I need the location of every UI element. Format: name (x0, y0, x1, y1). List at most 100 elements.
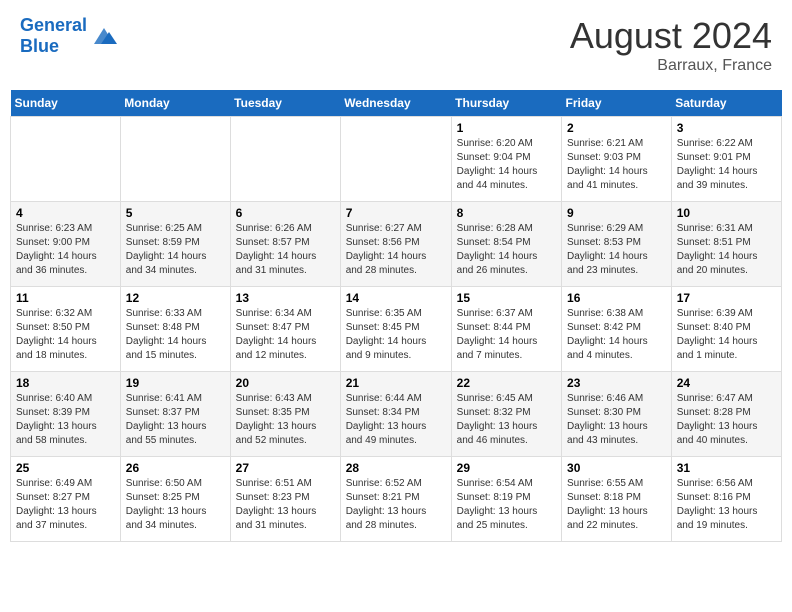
day-number: 6 (236, 206, 335, 220)
day-info: Sunrise: 6:51 AM Sunset: 8:23 PM Dayligh… (236, 477, 335, 533)
day-number: 24 (677, 376, 776, 390)
day-info: Sunrise: 6:37 AM Sunset: 8:44 PM Dayligh… (457, 307, 556, 363)
calendar-week-row: 1 Sunrise: 6:20 AM Sunset: 9:04 PM Daylig… (11, 117, 782, 202)
calendar-cell: 19Sunrise: 6:41 AM Sunset: 8:37 PM Dayli… (120, 372, 230, 457)
calendar-header: Sunday Monday Tuesday Wednesday Thursday… (11, 90, 782, 117)
calendar-cell: 10 Sunrise: 6:31 AM Sunset: 8:51 PM Dayli… (671, 202, 781, 287)
calendar-cell: 17 Sunrise: 6:39 AM Sunset: 8:40 PM Dayli… (671, 287, 781, 372)
day-info: Sunrise: 6:56 AM Sunset: 8:16 PM Dayligh… (677, 477, 776, 533)
day-info: Sunrise: 6:50 AM Sunset: 8:25 PM Dayligh… (126, 477, 225, 533)
col-sunday: Sunday (11, 90, 121, 117)
day-number: 28 (346, 461, 446, 475)
day-info: Sunrise: 6:34 AM Sunset: 8:47 PM Dayligh… (236, 307, 335, 363)
day-number: 10 (677, 206, 776, 220)
day-info: Sunrise: 6:31 AM Sunset: 8:51 PM Dayligh… (677, 222, 776, 278)
col-saturday: Saturday (671, 90, 781, 117)
logo: General Blue (20, 15, 119, 57)
day-info: Sunrise: 6:23 AM Sunset: 9:00 PM Dayligh… (16, 222, 115, 278)
day-number: 20 (236, 376, 335, 390)
day-number: 8 (457, 206, 556, 220)
day-number: 21 (346, 376, 446, 390)
day-info: Sunrise: 6:47 AM Sunset: 8:28 PM Dayligh… (677, 392, 776, 448)
calendar-cell: 14Sunrise: 6:35 AM Sunset: 8:45 PM Dayli… (340, 287, 451, 372)
day-info: Sunrise: 6:39 AM Sunset: 8:40 PM Dayligh… (677, 307, 776, 363)
calendar-table: Sunday Monday Tuesday Wednesday Thursday… (10, 90, 782, 542)
day-info: Sunrise: 6:25 AM Sunset: 8:59 PM Dayligh… (126, 222, 225, 278)
day-number: 12 (126, 291, 225, 305)
day-number: 4 (16, 206, 115, 220)
calendar-cell: 28Sunrise: 6:52 AM Sunset: 8:21 PM Dayli… (340, 457, 451, 542)
day-number: 30 (567, 461, 666, 475)
day-number: 5 (126, 206, 225, 220)
day-number: 9 (567, 206, 666, 220)
day-number: 31 (677, 461, 776, 475)
calendar-cell: 2 Sunrise: 6:21 AM Sunset: 9:03 PM Daylig… (562, 117, 672, 202)
calendar-cell: 8 Sunrise: 6:28 AM Sunset: 8:54 PM Daylig… (451, 202, 561, 287)
day-info: Sunrise: 6:35 AM Sunset: 8:45 PM Dayligh… (346, 307, 446, 363)
day-number: 13 (236, 291, 335, 305)
day-number: 27 (236, 461, 335, 475)
day-number: 2 (567, 121, 666, 135)
day-info: Sunrise: 6:20 AM Sunset: 9:04 PM Dayligh… (457, 137, 556, 193)
calendar-cell: 1 Sunrise: 6:20 AM Sunset: 9:04 PM Daylig… (451, 117, 561, 202)
day-number: 11 (16, 291, 115, 305)
day-number: 23 (567, 376, 666, 390)
day-number: 18 (16, 376, 115, 390)
day-info: Sunrise: 6:38 AM Sunset: 8:42 PM Dayligh… (567, 307, 666, 363)
day-info: Sunrise: 6:32 AM Sunset: 8:50 PM Dayligh… (16, 307, 115, 363)
calendar-week-row: 18Sunrise: 6:40 AM Sunset: 8:39 PM Dayli… (11, 372, 782, 457)
day-number: 15 (457, 291, 556, 305)
day-info: Sunrise: 6:44 AM Sunset: 8:34 PM Dayligh… (346, 392, 446, 448)
calendar-cell: 6 Sunrise: 6:26 AM Sunset: 8:57 PM Daylig… (230, 202, 340, 287)
calendar-cell: 22Sunrise: 6:45 AM Sunset: 8:32 PM Dayli… (451, 372, 561, 457)
day-number: 1 (457, 121, 556, 135)
day-info: Sunrise: 6:26 AM Sunset: 8:57 PM Dayligh… (236, 222, 335, 278)
title-block: August 2024 Barraux, France (570, 15, 772, 75)
calendar-cell: 21 Sunrise: 6:44 AM Sunset: 8:34 PM Dayli… (340, 372, 451, 457)
day-number: 26 (126, 461, 225, 475)
day-number: 25 (16, 461, 115, 475)
logo-blue: Blue (20, 36, 59, 56)
day-info: Sunrise: 6:46 AM Sunset: 8:30 PM Dayligh… (567, 392, 666, 448)
day-info: Sunrise: 6:21 AM Sunset: 9:03 PM Dayligh… (567, 137, 666, 193)
col-friday: Friday (562, 90, 672, 117)
day-number: 19 (126, 376, 225, 390)
calendar-cell: 26 Sunrise: 6:50 AM Sunset: 8:25 PM Dayli… (120, 457, 230, 542)
calendar-cell: 4 Sunrise: 6:23 AM Sunset: 9:00 PM Daylig… (11, 202, 121, 287)
day-info: Sunrise: 6:33 AM Sunset: 8:48 PM Dayligh… (126, 307, 225, 363)
calendar-cell (230, 117, 340, 202)
day-info: Sunrise: 6:49 AM Sunset: 8:27 PM Dayligh… (16, 477, 115, 533)
day-number: 17 (677, 291, 776, 305)
calendar-cell: 3Sunrise: 6:22 AM Sunset: 9:01 PM Daylig… (671, 117, 781, 202)
location-subtitle: Barraux, France (570, 57, 772, 75)
header-row: Sunday Monday Tuesday Wednesday Thursday… (11, 90, 782, 117)
col-monday: Monday (120, 90, 230, 117)
calendar-cell: 31 Sunrise: 6:56 AM Sunset: 8:16 PM Dayli… (671, 457, 781, 542)
calendar-cell: 18Sunrise: 6:40 AM Sunset: 8:39 PM Dayli… (11, 372, 121, 457)
logo-text: General Blue (20, 15, 87, 57)
day-info: Sunrise: 6:54 AM Sunset: 8:19 PM Dayligh… (457, 477, 556, 533)
day-number: 29 (457, 461, 556, 475)
calendar-cell (120, 117, 230, 202)
day-info: Sunrise: 6:55 AM Sunset: 8:18 PM Dayligh… (567, 477, 666, 533)
calendar-week-row: 4 Sunrise: 6:23 AM Sunset: 9:00 PM Daylig… (11, 202, 782, 287)
calendar-cell: 27 Sunrise: 6:51 AM Sunset: 8:23 PM Dayli… (230, 457, 340, 542)
calendar-cell: 11 Sunrise: 6:32 AM Sunset: 8:50 PM Dayli… (11, 287, 121, 372)
day-number: 22 (457, 376, 556, 390)
page-header: General Blue August 2024 Barraux, France (10, 10, 782, 80)
day-number: 16 (567, 291, 666, 305)
day-info: Sunrise: 6:28 AM Sunset: 8:54 PM Dayligh… (457, 222, 556, 278)
month-year-title: August 2024 (570, 15, 772, 57)
calendar-cell: 25 Sunrise: 6:49 AM Sunset: 8:27 PM Dayli… (11, 457, 121, 542)
calendar-week-row: 25 Sunrise: 6:49 AM Sunset: 8:27 PM Dayli… (11, 457, 782, 542)
calendar-cell: 16 Sunrise: 6:38 AM Sunset: 8:42 PM Dayli… (562, 287, 672, 372)
calendar-week-row: 11 Sunrise: 6:32 AM Sunset: 8:50 PM Dayli… (11, 287, 782, 372)
col-tuesday: Tuesday (230, 90, 340, 117)
calendar-cell: 13 Sunrise: 6:34 AM Sunset: 8:47 PM Dayli… (230, 287, 340, 372)
calendar-cell (340, 117, 451, 202)
day-info: Sunrise: 6:43 AM Sunset: 8:35 PM Dayligh… (236, 392, 335, 448)
calendar-cell: 29 Sunrise: 6:54 AM Sunset: 8:19 PM Dayli… (451, 457, 561, 542)
calendar-cell: 30 Sunrise: 6:55 AM Sunset: 8:18 PM Dayli… (562, 457, 672, 542)
day-info: Sunrise: 6:29 AM Sunset: 8:53 PM Dayligh… (567, 222, 666, 278)
calendar-cell: 5 Sunrise: 6:25 AM Sunset: 8:59 PM Daylig… (120, 202, 230, 287)
